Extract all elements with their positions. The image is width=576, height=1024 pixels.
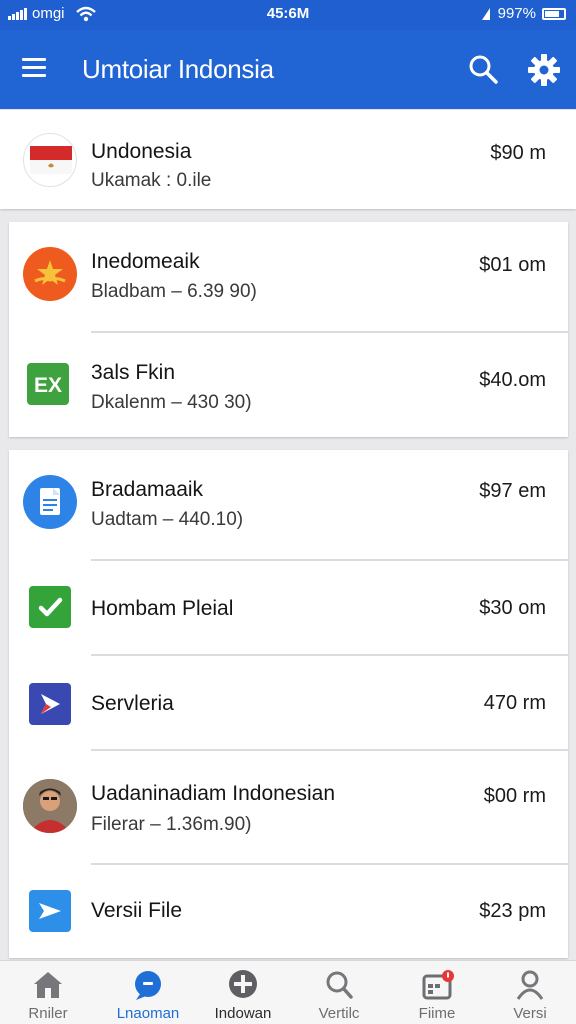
star-icon xyxy=(23,247,77,301)
nav-label: Indowan xyxy=(214,1005,272,1022)
nav-home[interactable]: Rniler xyxy=(0,961,96,1024)
menu-icon[interactable] xyxy=(22,58,46,78)
item-price: $00 rm xyxy=(483,785,546,807)
item-price: $23 pm xyxy=(479,900,546,922)
status-right: 997% xyxy=(480,5,566,22)
battery-icon xyxy=(542,7,566,20)
nav-label: Lnaoman xyxy=(116,1005,180,1022)
list-item[interactable]: Uadaninadiam Indonesian Filerar – 1.36m.… xyxy=(9,751,568,865)
item-title: Inedomeaik xyxy=(91,250,200,273)
bottom-nav: Rniler Lnaoman Indowan Vertilc Fiime Ver… xyxy=(0,960,576,1024)
item-title: 3als Fkin xyxy=(91,361,176,384)
list-item[interactable]: Inedomeaik Bladbam – 6.39 90) $01 om xyxy=(9,222,568,333)
excel-icon: EX xyxy=(27,363,69,405)
list-item[interactable]: Servleria 470 rm xyxy=(9,656,568,751)
item-subtitle: Uadtam – 440.10) xyxy=(91,509,244,530)
gear-icon[interactable] xyxy=(526,52,562,88)
home-icon xyxy=(34,972,62,998)
item-price: $40.om xyxy=(479,369,546,391)
nav-label: Vertilc xyxy=(318,1005,360,1022)
nav-label: Fiime xyxy=(418,1005,456,1022)
item-price: $90 m xyxy=(490,142,546,164)
search-icon xyxy=(326,971,353,999)
app-title: Umtoiar Indonsia xyxy=(82,54,274,84)
item-subtitle: Filerar – 1.36m.90) xyxy=(91,814,252,835)
list-item[interactable]: EX 3als Fkin Dkalenm – 430 30) $40.om xyxy=(9,333,568,437)
item-price: $97 em xyxy=(479,480,546,502)
search-icon[interactable] xyxy=(466,52,500,86)
nav-profile[interactable]: Versi xyxy=(482,961,576,1024)
download-icon xyxy=(229,970,257,998)
list-item[interactable]: Hombam Pleial $30 om xyxy=(9,561,568,656)
item-title: Hombam Pleial xyxy=(91,597,234,620)
item-price: $01 om xyxy=(479,254,546,276)
item-title: Uadaninadiam Indonesian xyxy=(91,782,336,805)
list-card: Bradamaaik Uadtam – 440.10) $97 em Homba… xyxy=(9,450,568,958)
item-title: Servleria xyxy=(91,692,174,715)
profile-icon xyxy=(516,970,544,1000)
chat-icon xyxy=(135,971,161,1000)
person-photo-icon xyxy=(23,779,77,833)
item-title: Versii File xyxy=(91,899,183,922)
item-price: 470 rm xyxy=(483,692,546,714)
nav-calendar[interactable]: Fiime xyxy=(389,961,485,1024)
svg-text:EX: EX xyxy=(34,374,62,397)
list-card: Undonesia Ukamak : 0.ile $90 m xyxy=(0,110,576,209)
list-item[interactable]: Undonesia Ukamak : 0.ile $90 m xyxy=(0,110,576,209)
indonesia-flag-icon xyxy=(23,133,77,187)
nav-download[interactable]: Indowan xyxy=(195,961,291,1024)
mail-icon xyxy=(29,890,71,932)
play-icon xyxy=(29,683,71,725)
item-subtitle: Ukamak : 0.ile xyxy=(91,170,212,191)
nav-label: Versi xyxy=(513,1005,547,1022)
calendar-icon xyxy=(422,970,454,1000)
item-subtitle: Dkalenm – 430 30) xyxy=(91,392,252,413)
app-bar: Umtoiar Indonsia xyxy=(0,30,576,109)
list-card: Inedomeaik Bladbam – 6.39 90) $01 om EX … xyxy=(9,222,568,437)
battery-percent: 997% xyxy=(497,5,536,22)
item-title: Bradamaaik xyxy=(91,478,204,501)
status-bar: omgi 45:6M 997% xyxy=(0,0,576,30)
item-subtitle: Bladbam – 6.39 90) xyxy=(91,281,257,302)
document-icon xyxy=(23,475,77,529)
nav-search[interactable]: Vertilc xyxy=(291,961,387,1024)
list-item[interactable]: Versii File $23 pm xyxy=(9,865,568,958)
checkmark-icon xyxy=(29,586,71,628)
nav-chat[interactable]: Lnaoman xyxy=(100,961,196,1024)
network-arrow-icon xyxy=(481,7,490,20)
item-title: Undonesia xyxy=(91,140,192,163)
item-price: $30 om xyxy=(479,597,546,619)
nav-label: Rniler xyxy=(28,1005,68,1022)
list-item[interactable]: Bradamaaik Uadtam – 440.10) $97 em xyxy=(9,450,568,561)
